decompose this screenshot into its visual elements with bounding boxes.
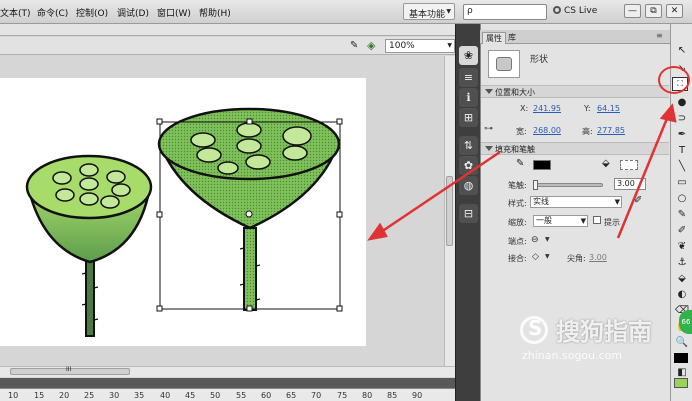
arrow-head-tool (659, 103, 677, 123)
arrow-head-stage (367, 222, 388, 241)
arrow-to-tool (616, 115, 670, 239)
watermark-brand: 搜狗指南 (556, 318, 652, 346)
arrow-to-stage (377, 150, 501, 236)
side-badge[interactable]: 66 (679, 310, 692, 334)
watermark-url: zhinan.sogou.com (522, 349, 623, 362)
sogou-logo-icon: S (520, 316, 548, 344)
